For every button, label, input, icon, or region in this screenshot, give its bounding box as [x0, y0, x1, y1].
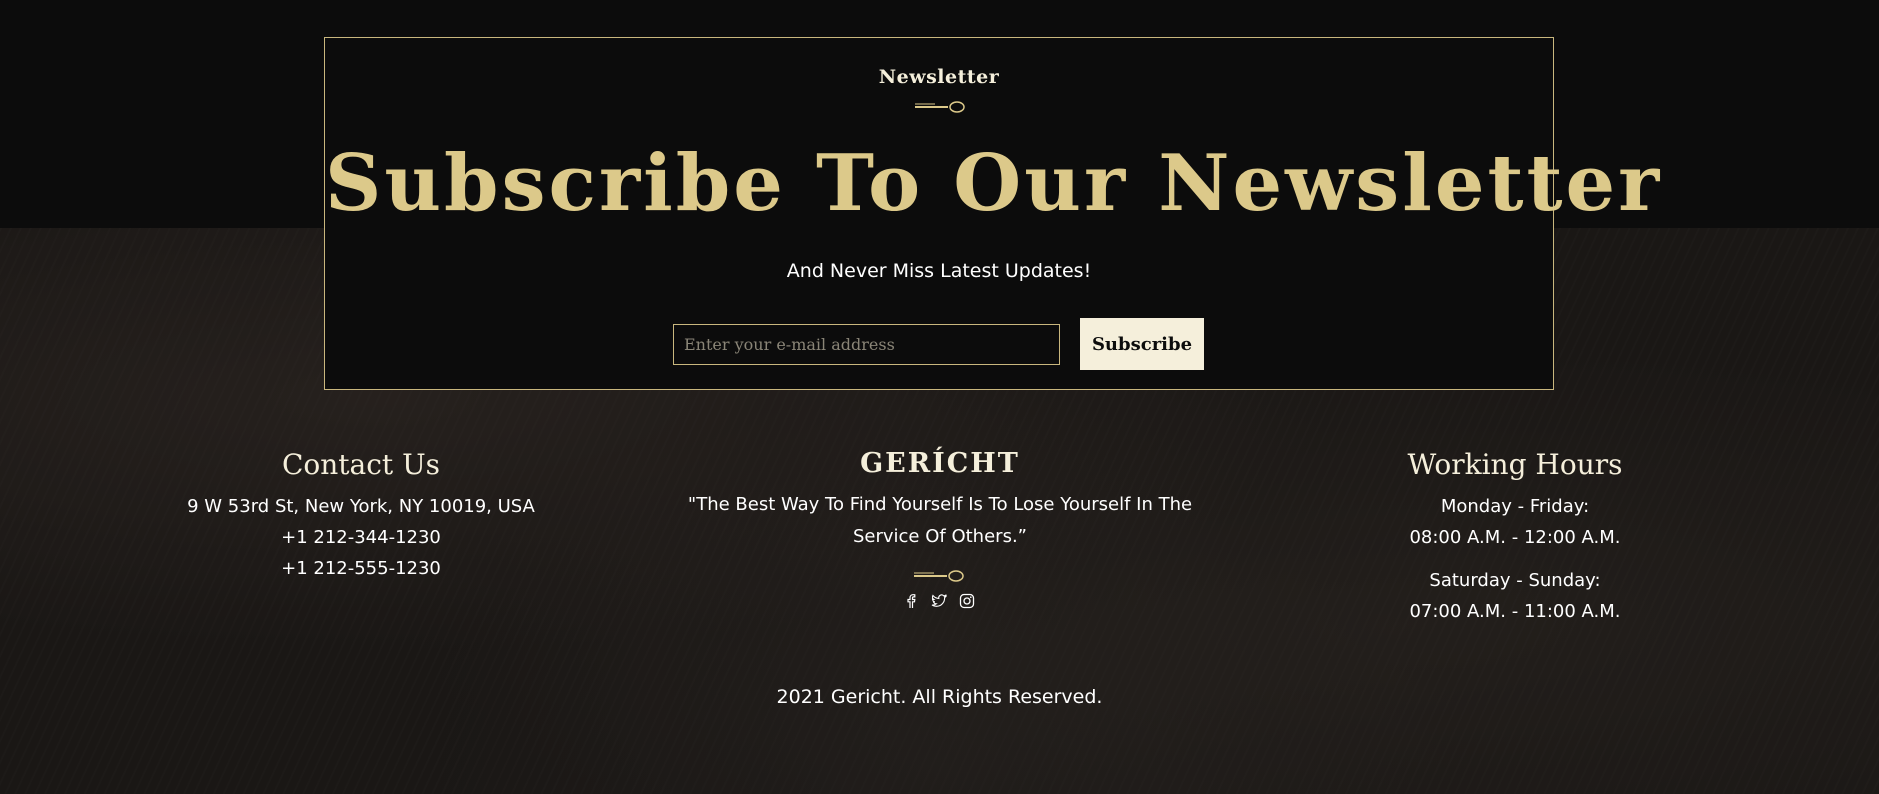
subscribe-button[interactable]: Subscribe	[1080, 318, 1204, 370]
weekday-label: Monday - Friday:	[1440, 496, 1590, 517]
hours-column: Working Hours Monday - Friday: 08:00 A.M…	[1365, 448, 1665, 627]
instagram-icon[interactable]	[959, 593, 975, 609]
spoon-divider-icon	[914, 569, 964, 583]
hours-spacer	[1365, 553, 1665, 565]
facebook-icon[interactable]	[903, 593, 919, 609]
copyright-text: 2021 Gericht. All Rights Reserved.	[776, 686, 1103, 708]
newsletter-section: Newsletter Subscribe To Our Newsletter A…	[324, 37, 1663, 390]
weekend-label: Saturday - Sunday:	[1429, 570, 1601, 591]
contact-title: Contact Us	[281, 448, 441, 481]
weekend-time: 07:00 A.M. - 11:00 A.M.	[1409, 601, 1621, 622]
hours-title: Working Hours	[1407, 448, 1623, 481]
brand-column: GERÍCHT "The Best Way To Find Yourself I…	[640, 448, 1240, 553]
social-links	[903, 591, 975, 611]
newsletter-heading: Subscribe To Our Newsletter	[325, 138, 1663, 229]
email-input[interactable]	[673, 324, 1060, 365]
newsletter-subtitle: Newsletter	[878, 66, 1000, 88]
weekday-time: 08:00 A.M. - 12:00 A.M.	[1409, 527, 1621, 548]
twitter-icon[interactable]	[931, 593, 947, 609]
contact-column: Contact Us 9 W 53rd St, New York, NY 100…	[161, 448, 561, 584]
contact-address: 9 W 53rd St, New York, NY 10019, USA	[187, 496, 535, 517]
spoon-divider-icon	[915, 100, 965, 114]
contact-phone-2: +1 212-555-1230	[281, 558, 441, 579]
brand-quote: "The Best Way To Find Yourself Is To Los…	[687, 494, 1193, 547]
contact-phone-1: +1 212-344-1230	[281, 527, 441, 548]
newsletter-tagline: And Never Miss Latest Updates!	[786, 260, 1092, 282]
brand-logo[interactable]: GERÍCHT	[640, 448, 1240, 479]
